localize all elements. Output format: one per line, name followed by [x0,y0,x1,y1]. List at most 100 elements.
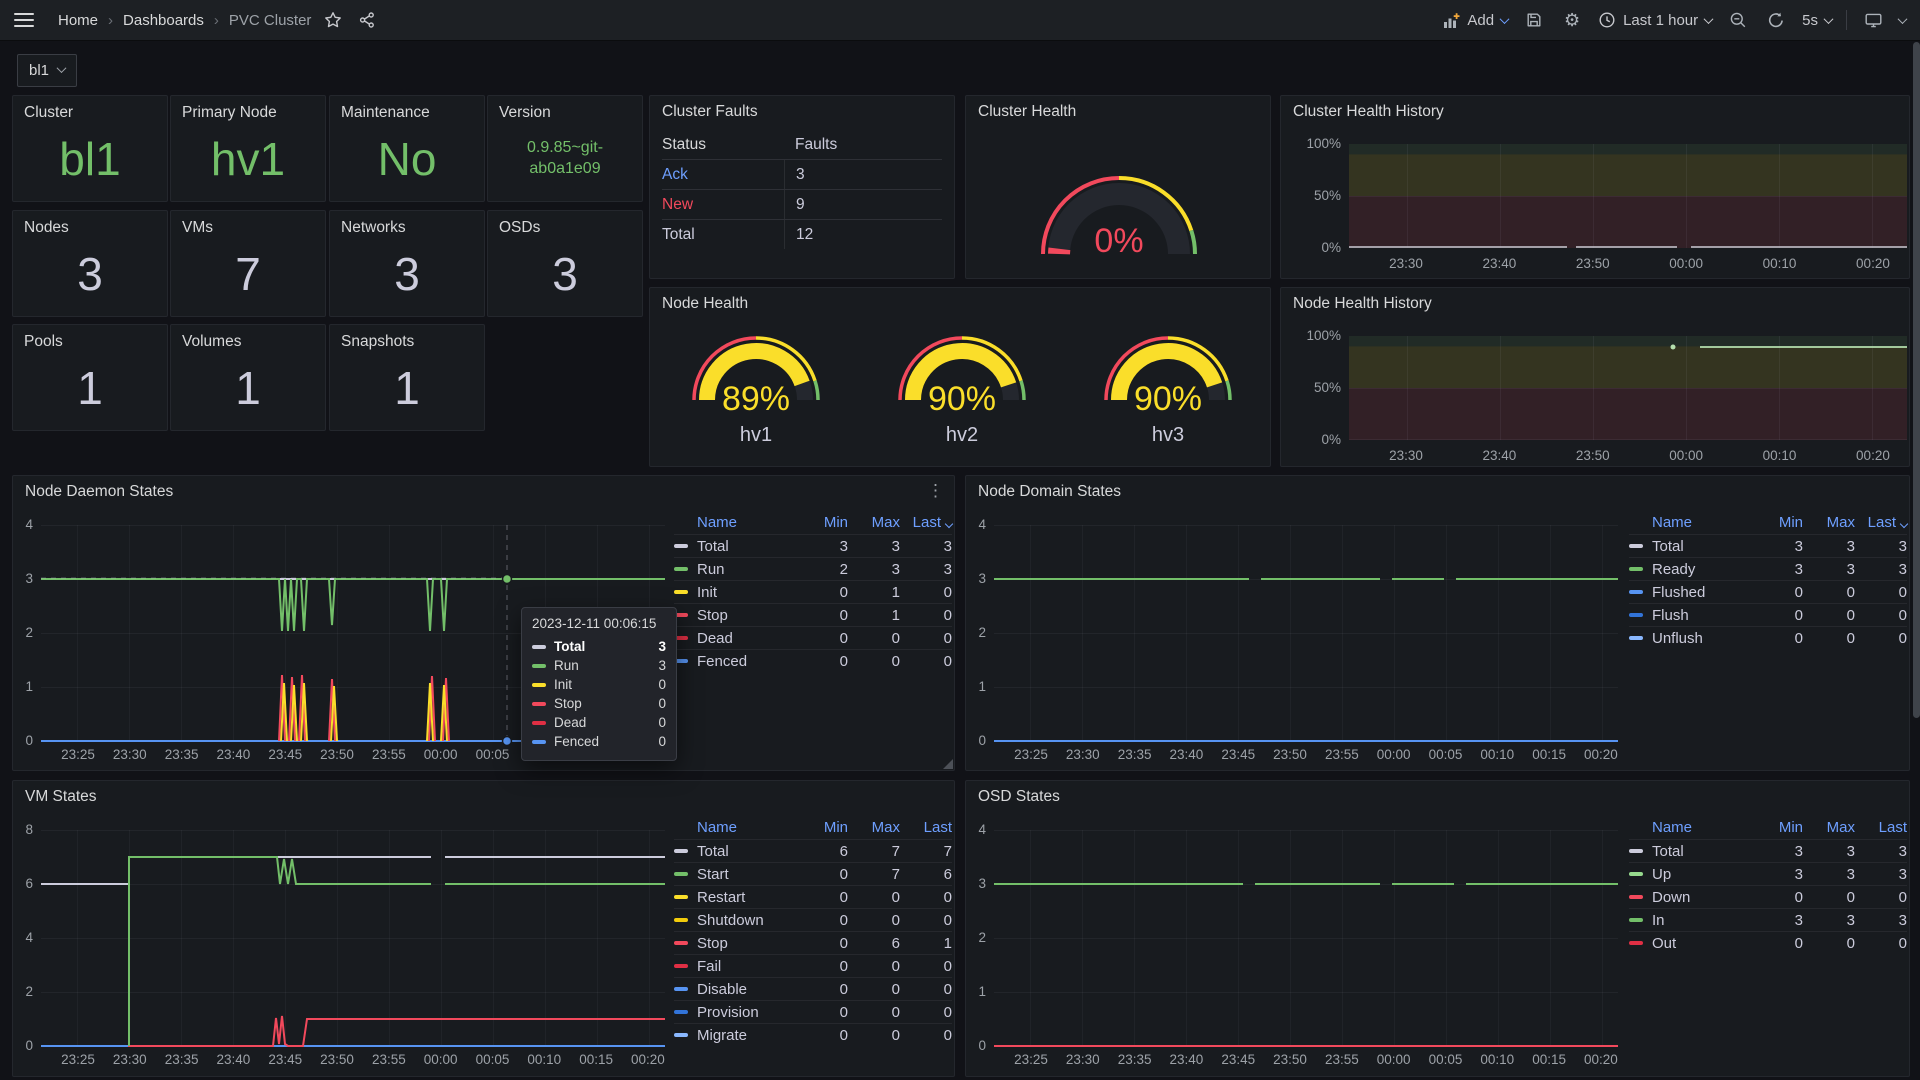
legend-header-name[interactable]: Name [674,514,796,531]
series-color-swatch [1629,895,1643,899]
series-last: 3 [1855,843,1907,860]
scrollbar[interactable] [1913,42,1920,718]
legend-header-name[interactable]: Name [1629,514,1751,531]
stat-value: 1 [13,351,167,424]
add-button-label: Add [1467,12,1494,29]
legend-header-last[interactable]: Last [1855,514,1907,531]
panel-title[interactable]: Node Health History [1293,295,1432,313]
fault-count: 12 [784,220,942,249]
stat-panel-vms: VMs 7 [170,210,326,317]
refresh-interval-picker[interactable]: 5s [1802,12,1832,29]
x-tick-label: 00:05 [474,747,512,762]
series-max: 3 [1803,538,1855,555]
dashboard-settings-icon[interactable]: ⚙ [1560,8,1584,32]
panel-title[interactable]: OSD States [978,788,1060,806]
nav-left: Home › Dashboards › PVC Cluster [14,8,379,32]
series-max: 1 [848,607,900,624]
legend-row[interactable]: Restart 0 0 0 [674,885,952,908]
legend-row[interactable]: Down 0 0 0 [1629,885,1907,908]
osd-states-panel: OSD States 43210 23:2523:3023:3523:4023:… [965,780,1910,1077]
share-icon[interactable] [355,8,379,32]
legend-row[interactable]: Start 0 7 6 [674,862,952,885]
y-tick-label: 50% [1293,380,1341,396]
cluster-variable-dropdown[interactable]: bl1 [17,54,77,87]
panel-title[interactable]: Cluster Faults [662,103,758,121]
series-color-swatch [1629,872,1643,876]
legend-row[interactable]: Fail 0 0 0 [674,954,952,977]
legend-header-max[interactable]: Max [1803,514,1855,531]
stat-label: Maintenance [341,104,430,122]
cluster-faults-panel: Cluster Faults Status Faults Ack 3 New 9… [649,95,955,279]
legend-row[interactable]: In 3 3 3 [1629,908,1907,931]
series-name: Total [697,538,729,555]
chevron-down-icon[interactable] [1898,14,1908,24]
kiosk-mode-icon[interactable] [1861,8,1885,32]
series-name: Stop [554,696,582,711]
legend-header-last[interactable]: Last [900,514,952,531]
legend-header-name[interactable]: Name [674,819,796,836]
legend-row[interactable]: Migrate 0 0 0 [674,1023,952,1046]
legend-row[interactable]: Run 2 3 3 [674,557,952,580]
star-icon[interactable] [321,8,345,32]
y-tick-label: 4 [13,517,33,533]
legend-row[interactable]: Ready 3 3 3 [1629,557,1907,580]
gauge-label: hv1 [740,424,772,446]
column-header-status[interactable]: Status [662,136,784,154]
legend-row[interactable]: Disable 0 0 0 [674,977,952,1000]
panel-title[interactable]: Node Daemon States [25,483,173,501]
panel-title[interactable]: Node Domain States [978,483,1121,501]
panel-menu-icon[interactable]: ⋮ [927,481,945,501]
column-header-faults[interactable]: Faults [784,136,942,154]
x-tick-label: 23:35 [1116,1052,1154,1067]
panel-title[interactable]: VM States [25,788,97,806]
series-max: 7 [848,866,900,883]
legend-header-max[interactable]: Max [848,819,900,836]
legend-row[interactable]: Stop 0 6 1 [674,931,952,954]
x-tick-label: 23:55 [1323,1052,1361,1067]
legend-row[interactable]: Stop 0 1 0 [674,603,952,626]
x-tick-label: 23:40 [214,1052,252,1067]
add-panel-button[interactable]: Add [1443,12,1508,29]
legend-row[interactable]: Dead 0 0 0 [674,626,952,649]
menu-icon[interactable] [14,13,34,27]
y-tick-label: 0 [966,733,986,749]
legend-row[interactable]: Up 3 3 3 [1629,862,1907,885]
panel-resize-handle[interactable] [943,759,953,769]
legend-header-max[interactable]: Max [1803,819,1855,836]
sort-chevron-icon [945,519,953,527]
legend-row[interactable]: Provision 0 0 0 [674,1000,952,1023]
tooltip-timestamp: 2023-12-11 00:06:15 [532,616,666,631]
legend-row[interactable]: Init 0 1 0 [674,580,952,603]
legend-header-min[interactable]: Min [1751,514,1803,531]
series-min: 0 [796,653,848,670]
legend-header-last[interactable]: Last [1855,819,1907,836]
legend-row[interactable]: Total 3 3 3 [1629,839,1907,862]
legend-header-min[interactable]: Min [796,514,848,531]
legend-row[interactable]: Total 3 3 3 [1629,534,1907,557]
legend-row[interactable]: Out 0 0 0 [1629,931,1907,954]
series-min: 0 [1751,630,1803,647]
series-max: 3 [1803,912,1855,929]
refresh-icon[interactable] [1764,8,1788,32]
legend-row[interactable]: Unflush 0 0 0 [1629,626,1907,649]
legend-row[interactable]: Shutdown 0 0 0 [674,908,952,931]
legend-header-max[interactable]: Max [848,514,900,531]
legend-row[interactable]: Total 6 7 7 [674,839,952,862]
time-range-picker[interactable]: Last 1 hour [1598,11,1712,29]
legend-header-last[interactable]: Last [900,819,952,836]
panel-title[interactable]: Cluster Health History [1293,103,1444,121]
legend-row[interactable]: Flush 0 0 0 [1629,603,1907,626]
legend-header-min[interactable]: Min [1751,819,1803,836]
stat-panel-version: Version 0.9.85~git-ab0a1e09 [487,95,643,202]
breadcrumb-home[interactable]: Home [58,12,98,29]
legend-header-min[interactable]: Min [796,819,848,836]
x-tick-label: 23:30 [111,747,149,762]
stat-value: 1 [330,351,484,424]
breadcrumb-dashboards[interactable]: Dashboards [123,12,204,29]
legend-row[interactable]: Total 3 3 3 [674,534,952,557]
save-dashboard-icon[interactable] [1522,8,1546,32]
zoom-out-time-icon[interactable] [1726,8,1750,32]
legend-row[interactable]: Flushed 0 0 0 [1629,580,1907,603]
legend-row[interactable]: Fenced 0 0 0 [674,649,952,672]
legend-header-name[interactable]: Name [1629,819,1751,836]
